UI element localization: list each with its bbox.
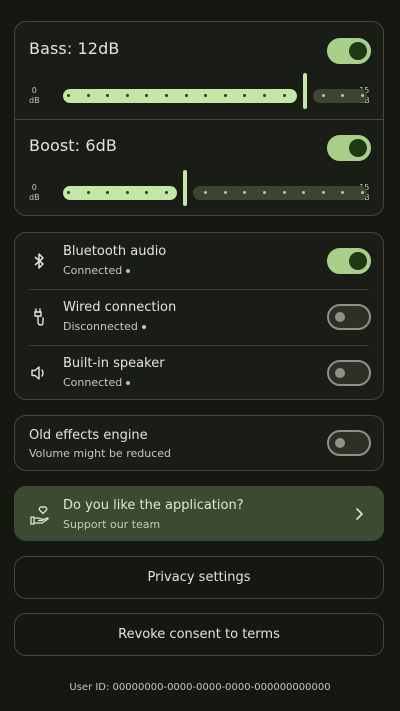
slider-tick: [302, 191, 305, 194]
slider-tick: [185, 94, 188, 97]
device-status: Connected: [63, 264, 131, 277]
slider-tick: [263, 191, 266, 194]
slider-tick: [322, 94, 325, 97]
slider-tick: [165, 94, 168, 97]
slider-tick: [224, 191, 227, 194]
slider-tick: [341, 94, 344, 97]
toggle-knob: [349, 252, 367, 270]
device-status: Connected: [63, 376, 131, 389]
slider-tick: [106, 94, 109, 97]
slider-tick: [283, 191, 286, 194]
boost-toggle[interactable]: [327, 135, 371, 161]
boost-slider[interactable]: [63, 170, 367, 206]
slider-tick: [361, 94, 364, 97]
slider-tick: [145, 191, 148, 194]
device-row-bluetooth[interactable]: Bluetooth audio Connected: [15, 233, 383, 289]
slider-tick: [126, 191, 129, 194]
support-card[interactable]: Do you like the application? Support our…: [14, 486, 384, 541]
bluetooth-toggle[interactable]: [327, 248, 371, 274]
boost-label: Boost: 6dB: [29, 136, 117, 155]
device-status-text: Connected: [63, 264, 123, 277]
status-dot: [141, 325, 146, 329]
speaker-toggle[interactable]: [327, 360, 371, 386]
slider-tick: [67, 94, 70, 97]
revoke-consent-button[interactable]: Revoke consent to terms: [14, 613, 384, 656]
bass-slider[interactable]: [63, 73, 367, 109]
effects-title: Old effects engine: [29, 428, 148, 443]
slider-tick: [224, 94, 227, 97]
status-dot: [126, 381, 131, 385]
slider-active-track: [63, 186, 177, 200]
boost-min-label: 0 dB: [29, 183, 40, 203]
slider-tick: [87, 94, 90, 97]
slider-tick: [126, 94, 129, 97]
bass-label: Bass: 12dB: [29, 39, 120, 58]
slider-tick: [243, 191, 246, 194]
slider-thumb[interactable]: [183, 170, 187, 206]
effects-toggle[interactable]: [327, 430, 371, 456]
slider-tick: [263, 94, 266, 97]
slider-tick: [145, 94, 148, 97]
slider-tick: [283, 94, 286, 97]
status-dot: [126, 269, 131, 273]
bluetooth-icon: [34, 253, 44, 269]
toggle-knob: [335, 312, 345, 322]
support-subtitle: Support our team: [63, 518, 161, 531]
user-id-text: User ID: 00000000-0000-0000-0000-0000000…: [69, 682, 331, 693]
wired-toggle[interactable]: [327, 304, 371, 330]
boost-section: Boost: 6dB 0dB 15dB: [15, 119, 383, 216]
toggle-knob: [335, 368, 345, 378]
effects-engine-card[interactable]: Old effects engine Volume might be reduc…: [14, 415, 384, 471]
heart-hand-icon: [30, 506, 49, 525]
device-row-wired[interactable]: Wired connection Disconnected: [15, 289, 383, 345]
cable-icon: [34, 308, 44, 326]
equalizer-card: Bass: 12dB 0dB 15dB Boost: 6dB 0dB 15dB: [14, 21, 384, 216]
bass-toggle[interactable]: [327, 38, 371, 64]
slider-active-track: [63, 89, 297, 103]
privacy-settings-button[interactable]: Privacy settings: [14, 556, 384, 599]
device-title: Wired connection: [63, 300, 177, 315]
boost-min-value: 0: [31, 183, 37, 192]
slider-tick: [341, 191, 344, 194]
slider-tick: [322, 191, 325, 194]
device-status: Disconnected: [63, 320, 146, 333]
slider-tick: [87, 191, 90, 194]
slider-tick: [361, 191, 364, 194]
bass-min-label: 0 dB: [29, 86, 40, 106]
device-title: Built-in speaker: [63, 356, 165, 371]
bass-min-unit: dB: [29, 96, 40, 105]
device-status-text: Disconnected: [63, 320, 138, 333]
bass-section: Bass: 12dB 0dB 15dB: [15, 22, 383, 119]
speaker-icon: [31, 366, 44, 380]
support-title: Do you like the application?: [63, 498, 244, 513]
slider-tick: [106, 191, 109, 194]
boost-min-unit: dB: [29, 193, 40, 202]
toggle-knob: [349, 42, 367, 60]
device-title: Bluetooth audio: [63, 244, 167, 259]
chevron-right-icon: [356, 508, 363, 520]
toggle-knob: [349, 139, 367, 157]
slider-tick: [243, 94, 246, 97]
bass-min-value: 0: [31, 86, 37, 95]
slider-thumb[interactable]: [303, 73, 307, 109]
toggle-knob: [335, 438, 345, 448]
slider-tick: [67, 191, 70, 194]
slider-tick: [204, 191, 207, 194]
effects-subtitle: Volume might be reduced: [29, 447, 171, 460]
device-status-text: Connected: [63, 376, 123, 389]
slider-tick: [204, 94, 207, 97]
output-devices-card: Bluetooth audio Connected Wired connecti…: [14, 232, 384, 400]
slider-tick: [165, 191, 168, 194]
device-row-speaker[interactable]: Built-in speaker Connected: [15, 345, 383, 401]
